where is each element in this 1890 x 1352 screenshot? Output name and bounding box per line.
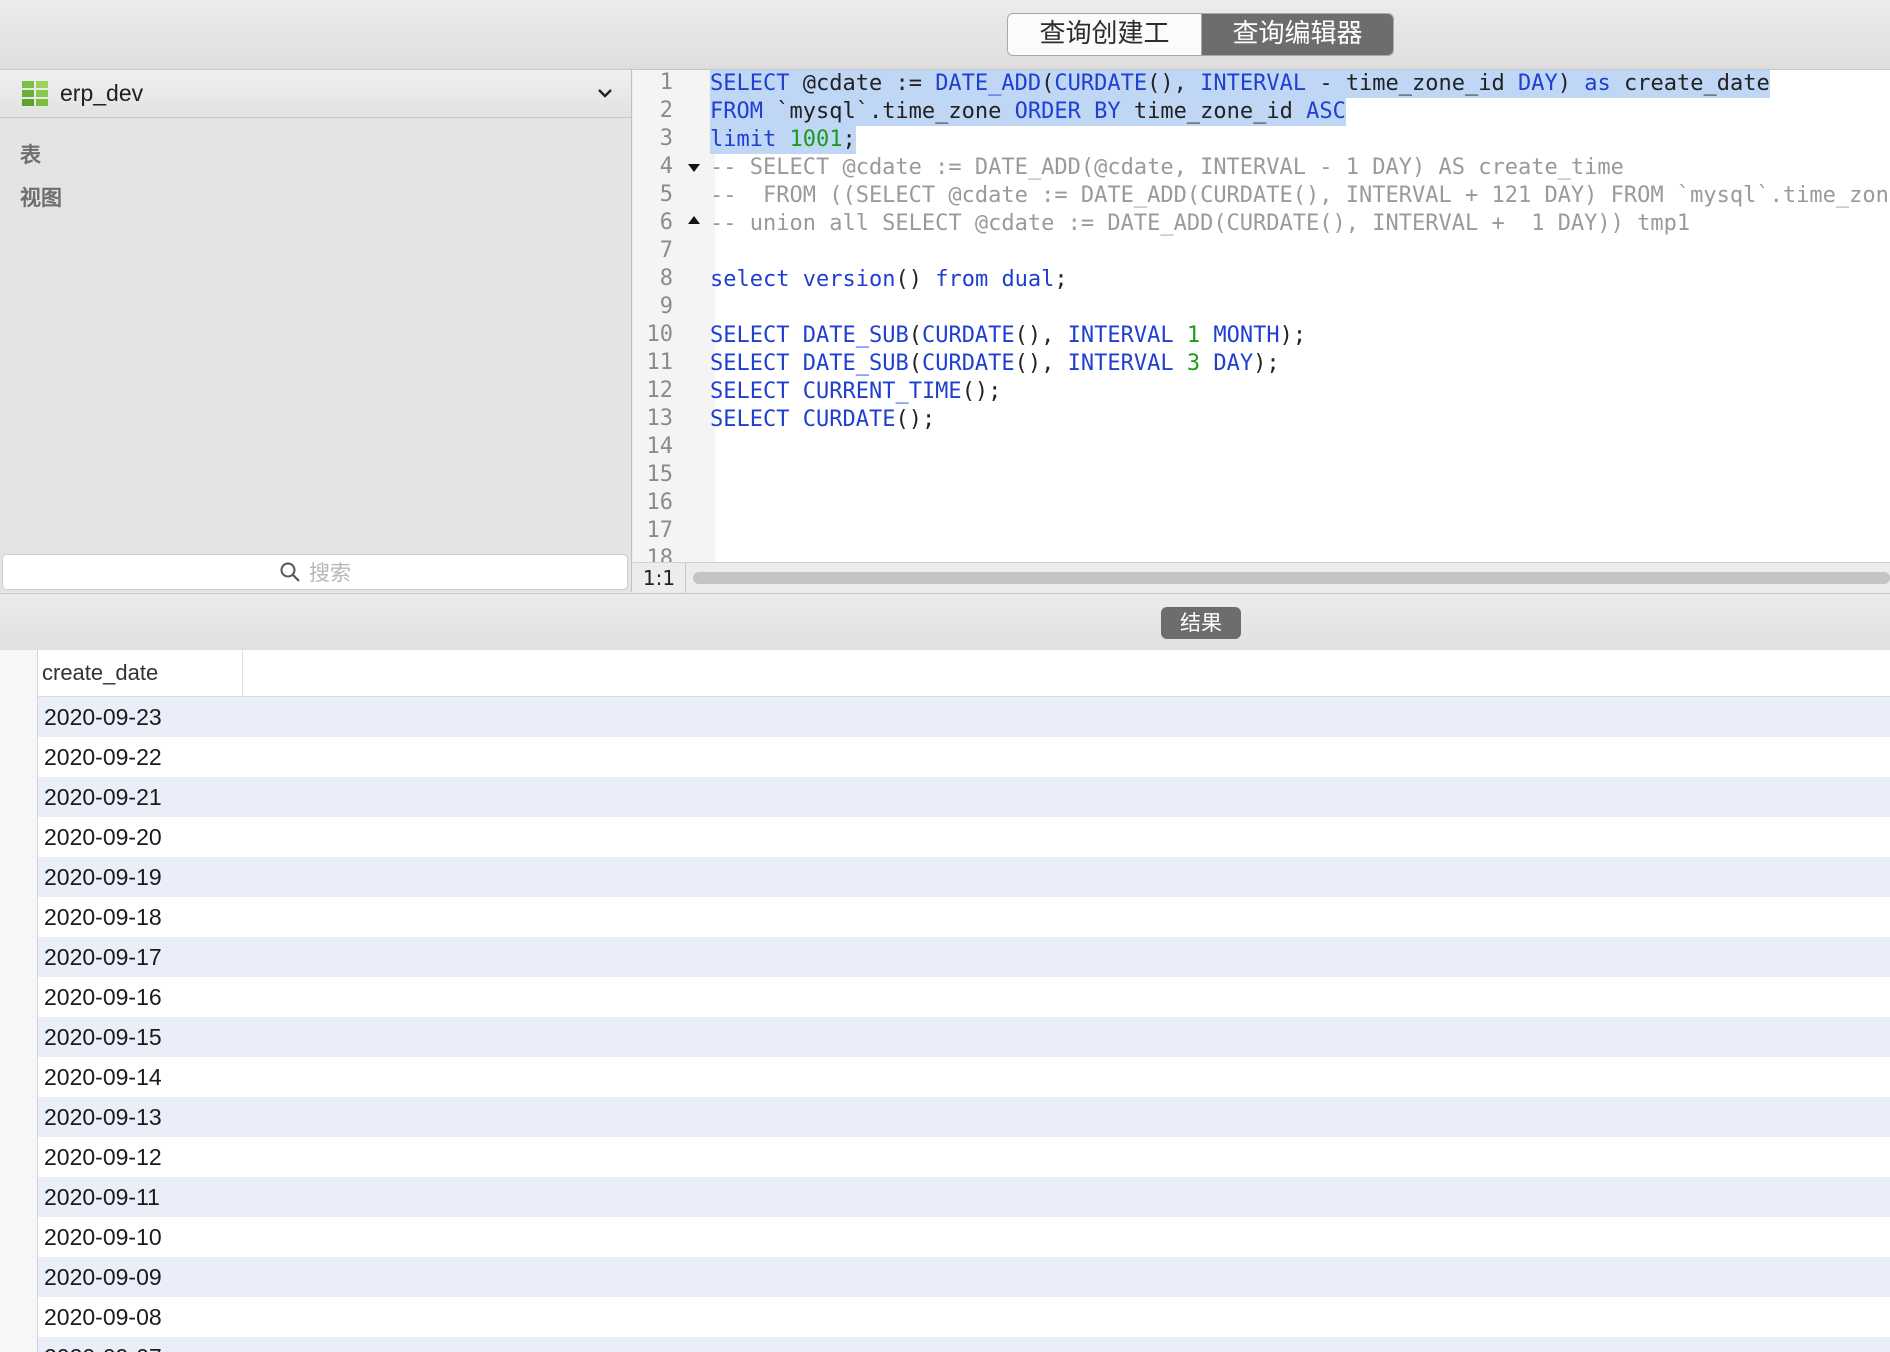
chevron-down-icon (598, 89, 612, 98)
line-number: 5 (659, 182, 673, 207)
fold-expand-icon[interactable] (687, 215, 701, 225)
line-number: 7 (659, 238, 673, 263)
sidebar: erp_dev 表 视图 搜索 (0, 70, 632, 592)
search-placeholder: 搜索 (309, 561, 351, 585)
line-number: 14 (646, 434, 674, 459)
table-cell-create-date[interactable]: 2020-09-07 (44, 1337, 162, 1352)
table-cell-create-date[interactable]: 2020-09-19 (44, 857, 162, 897)
table-row[interactable] (0, 1017, 1890, 1057)
line-number: 8 (659, 266, 673, 291)
sql-editor[interactable]: 1 2 3 4 5 6 7 8 9 10 11 12 13 14 15 16 1… (633, 70, 1890, 562)
toolbar: 查询创建工具 查询编辑器 (0, 0, 1890, 70)
sidebar-item-tables[interactable]: 表 (20, 139, 41, 169)
grid-header: create_date (38, 650, 1890, 697)
table-cell-create-date[interactable]: 2020-09-18 (44, 897, 162, 937)
tab-query-builder[interactable]: 查询创建工具 (1008, 14, 1202, 55)
code-line: select version() from dual; (710, 267, 1068, 292)
code-line: SELECT DATE_SUB(CURDATE(), INTERVAL 3 DA… (710, 351, 1280, 376)
table-row[interactable] (0, 777, 1890, 817)
table-row[interactable] (0, 897, 1890, 937)
table-row[interactable] (0, 697, 1890, 737)
cursor-position: 1:1 (633, 563, 686, 593)
line-number: 9 (659, 294, 673, 319)
code-line: -- FROM ((SELECT @cdate := DATE_ADD(CURD… (710, 183, 1889, 208)
table-cell-create-date[interactable]: 2020-09-22 (44, 737, 162, 777)
table-row[interactable] (0, 857, 1890, 897)
line-number: 2 (659, 98, 673, 123)
table-row[interactable] (0, 1297, 1890, 1337)
table-row[interactable] (0, 1097, 1890, 1137)
table-cell-create-date[interactable]: 2020-09-16 (44, 977, 162, 1017)
column-header-create-date[interactable]: create_date (42, 650, 243, 696)
table-cell-create-date[interactable]: 2020-09-14 (44, 1057, 162, 1097)
table-cell-create-date[interactable]: 2020-09-12 (44, 1137, 162, 1177)
line-number: 11 (646, 350, 674, 375)
code-line-selected: FROM `mysql`.time_zone ORDER BY time_zon… (710, 98, 1346, 126)
table-row[interactable] (0, 937, 1890, 977)
line-number: 4 (659, 154, 673, 179)
search-icon (280, 562, 300, 582)
line-number: 1 (659, 70, 673, 95)
code-line: SELECT CURDATE(); (710, 407, 936, 432)
line-number: 12 (646, 378, 674, 403)
code-line: SELECT CURRENT_TIME(); (710, 379, 1002, 404)
table-row[interactable] (0, 977, 1890, 1017)
table-cell-create-date[interactable]: 2020-09-11 (44, 1177, 160, 1217)
line-number: 18 (646, 546, 674, 562)
table-cell-create-date[interactable]: 2020-09-10 (44, 1217, 162, 1257)
sidebar-item-views[interactable]: 视图 (20, 182, 62, 212)
table-cell-create-date[interactable]: 2020-09-21 (44, 777, 162, 817)
results-grid[interactable]: create_date 2020-09-23 2020-09-22 2020-09-… (0, 650, 1890, 1352)
table-row[interactable] (0, 1257, 1890, 1297)
line-number: 16 (646, 490, 674, 515)
table-cell-create-date[interactable]: 2020-09-20 (44, 817, 162, 857)
code-line-selected: SELECT @cdate := DATE_ADD(CURDATE(), INT… (710, 70, 1770, 98)
horizontal-scrollbar[interactable] (693, 572, 1890, 584)
results-tab-bar: 结果 (0, 593, 1890, 651)
line-number: 13 (646, 406, 674, 431)
search-field[interactable]: 搜索 (2, 554, 628, 590)
code-line: -- SELECT @cdate := DATE_ADD(@cdate, INT… (710, 155, 1624, 180)
database-name: erp_dev (60, 80, 144, 106)
table-cell-create-date[interactable]: 2020-09-15 (44, 1017, 162, 1057)
view-mode-segmented-control: 查询创建工具 查询编辑器 (1007, 13, 1394, 56)
database-icon (22, 80, 48, 106)
editor-status-bar: 1:1 (633, 562, 1890, 593)
fold-collapse-icon[interactable] (687, 163, 701, 173)
table-row[interactable] (0, 817, 1890, 857)
table-cell-create-date[interactable]: 2020-09-23 (44, 697, 162, 737)
database-selector[interactable]: erp_dev (0, 70, 631, 118)
line-number-gutter: 1 2 3 4 5 6 7 8 9 10 11 12 13 14 15 16 1… (633, 70, 692, 562)
line-number: 10 (646, 322, 674, 347)
line-number: 17 (646, 518, 674, 543)
code-line: -- union all SELECT @cdate := DATE_ADD(C… (710, 211, 1691, 236)
table-cell-create-date[interactable]: 2020-09-17 (44, 937, 162, 977)
line-number: 3 (659, 126, 673, 151)
table-row[interactable] (0, 1137, 1890, 1177)
line-number: 6 (659, 210, 673, 235)
table-row[interactable] (0, 1337, 1890, 1352)
tab-query-editor[interactable]: 查询编辑器 (1202, 14, 1393, 55)
table-row[interactable] (0, 737, 1890, 777)
code-line: SELECT DATE_SUB(CURDATE(), INTERVAL 1 MO… (710, 323, 1307, 348)
table-cell-create-date[interactable]: 2020-09-09 (44, 1257, 162, 1297)
line-number: 15 (646, 462, 674, 487)
table-row[interactable] (0, 1177, 1890, 1217)
code-line-selected: limit 1001; (710, 126, 856, 154)
row-number-column (0, 650, 38, 1352)
tab-results[interactable]: 结果 (1161, 607, 1241, 639)
table-cell-create-date[interactable]: 2020-09-08 (44, 1297, 162, 1337)
table-row[interactable] (0, 1057, 1890, 1097)
table-row[interactable] (0, 1217, 1890, 1257)
table-cell-create-date[interactable]: 2020-09-13 (44, 1097, 162, 1137)
